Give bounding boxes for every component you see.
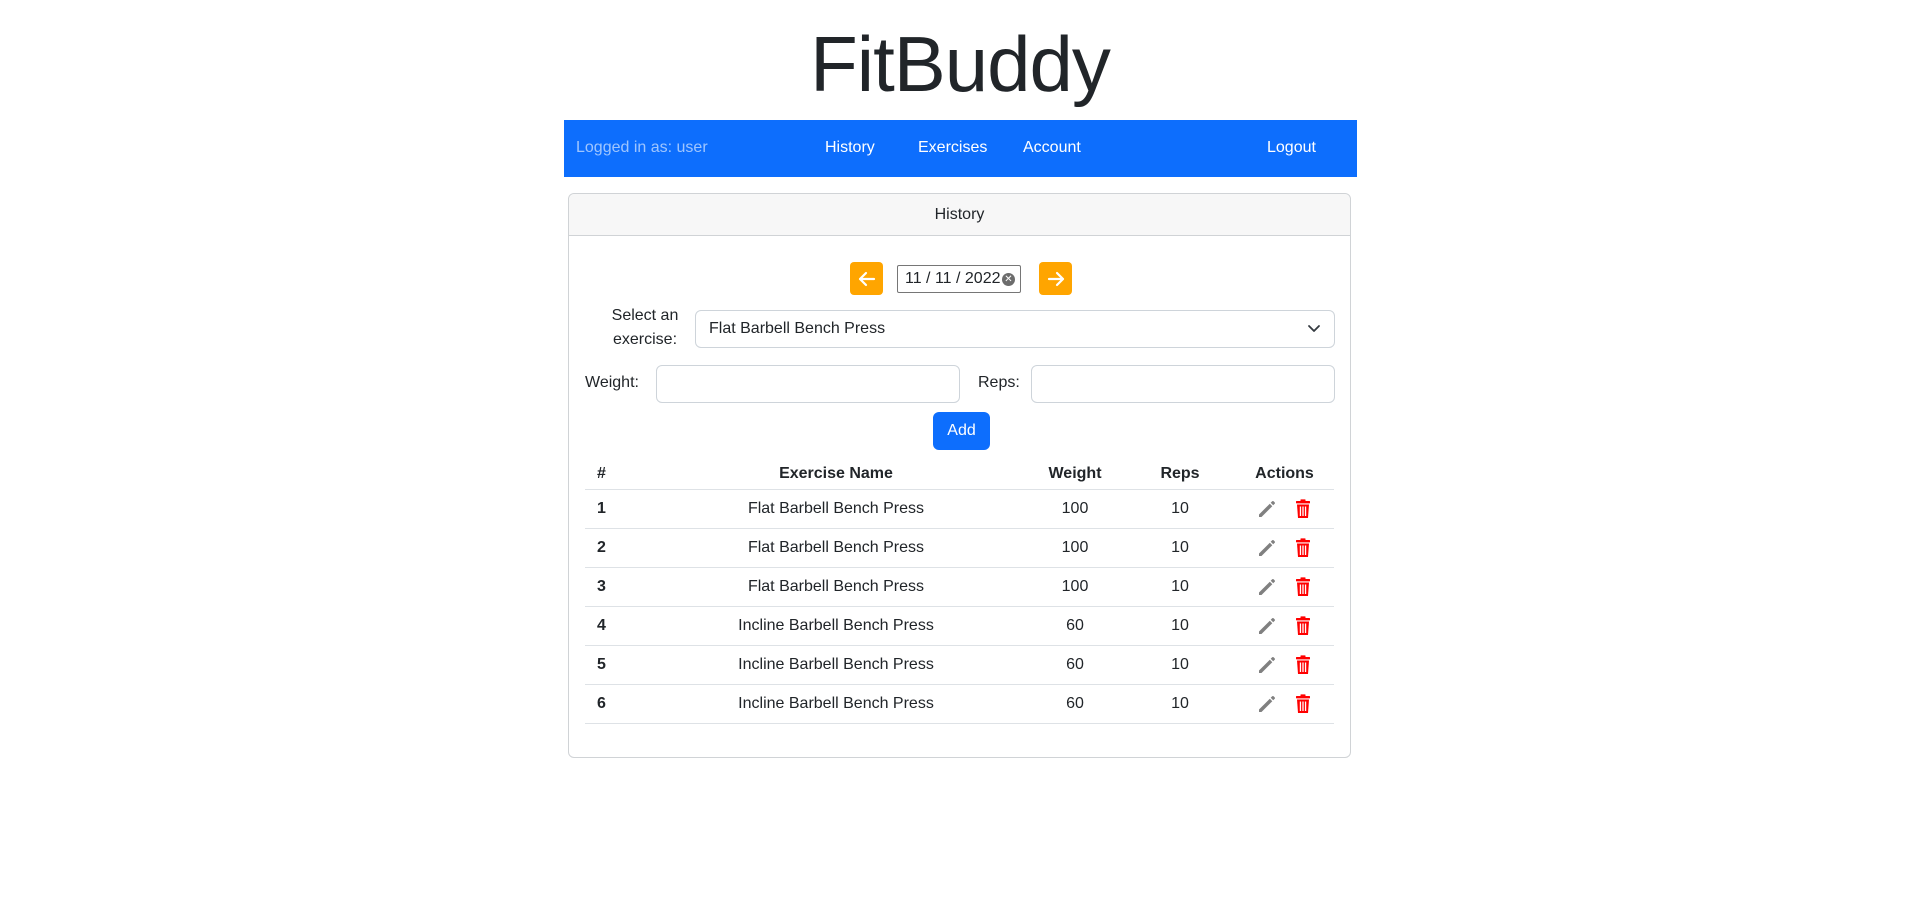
app-title: FitBuddy <box>810 20 1111 108</box>
exercise-select-label: Select an exercise: <box>611 307 679 348</box>
row-weight: 100 <box>1025 489 1125 529</box>
row-number: 2 <box>585 528 647 568</box>
pencil-icon[interactable] <box>1255 692 1279 716</box>
row-number: 4 <box>585 606 647 646</box>
row-reps: 10 <box>1125 606 1235 646</box>
row-exercise-name: Incline Barbell Bench Press <box>647 684 1025 724</box>
row-weight: 60 <box>1025 606 1125 646</box>
row-actions <box>1235 684 1334 724</box>
row-actions <box>1235 489 1334 529</box>
pencil-icon[interactable] <box>1255 575 1279 599</box>
table-row: 3 Flat Barbell Bench Press 100 10 <box>585 567 1334 607</box>
pencil-icon[interactable] <box>1255 653 1279 677</box>
col-num-header: # <box>585 459 647 490</box>
row-actions <box>1235 567 1334 607</box>
row-weight: 100 <box>1025 528 1125 568</box>
col-reps-header: Reps <box>1125 459 1235 490</box>
table-row: 4 Incline Barbell Bench Press 60 10 <box>585 606 1334 646</box>
table-row: 1 Flat Barbell Bench Press 100 10 <box>585 489 1334 529</box>
trash-icon[interactable] <box>1291 497 1315 521</box>
row-exercise-name: Incline Barbell Bench Press <box>647 645 1025 685</box>
table-header-row: # Exercise Name Weight Reps Actions <box>585 459 1334 490</box>
add-button[interactable]: Add <box>933 412 990 450</box>
exercise-select[interactable]: Flat Barbell Bench Press <box>695 310 1335 348</box>
reps-input[interactable] <box>1031 365 1335 403</box>
prev-day-button[interactable] <box>850 262 883 295</box>
row-reps: 10 <box>1125 567 1235 607</box>
row-exercise-name: Incline Barbell Bench Press <box>647 606 1025 646</box>
next-day-button[interactable] <box>1039 262 1072 295</box>
trash-icon[interactable] <box>1291 692 1315 716</box>
col-weight-header: Weight <box>1025 459 1125 490</box>
table-row: 2 Flat Barbell Bench Press 100 10 <box>585 528 1334 568</box>
row-weight: 100 <box>1025 567 1125 607</box>
weight-label: Weight: <box>585 374 639 391</box>
arrow-left-icon <box>858 271 875 286</box>
col-actions-header: Actions <box>1235 459 1334 490</box>
card-header: History <box>569 194 1350 236</box>
row-exercise-name: Flat Barbell Bench Press <box>647 489 1025 529</box>
row-number: 5 <box>585 645 647 685</box>
table-row: 6 Incline Barbell Bench Press 60 10 <box>585 684 1334 724</box>
trash-icon[interactable] <box>1291 614 1315 638</box>
history-table: # Exercise Name Weight Reps Actions 1 Fl… <box>585 459 1334 724</box>
row-actions <box>1235 645 1334 685</box>
date-navigator: 11 / 11 / 2022 ✕ <box>569 262 1350 296</box>
row-reps: 10 <box>1125 528 1235 568</box>
row-reps: 10 <box>1125 684 1235 724</box>
trash-icon[interactable] <box>1291 575 1315 599</box>
pencil-icon[interactable] <box>1255 497 1279 521</box>
history-card: History 11 / 11 / 2022 ✕ Select an exerc… <box>568 193 1351 758</box>
row-exercise-name: Flat Barbell Bench Press <box>647 528 1025 568</box>
pencil-icon[interactable] <box>1255 536 1279 560</box>
clear-icon[interactable]: ✕ <box>1002 273 1015 286</box>
date-input[interactable]: 11 / 11 / 2022 ✕ <box>897 265 1021 293</box>
arrow-right-icon <box>1047 271 1064 286</box>
trash-icon[interactable] <box>1291 653 1315 677</box>
nav-account-link[interactable]: Account <box>1023 139 1081 157</box>
pencil-icon[interactable] <box>1255 614 1279 638</box>
logged-in-text: Logged in as: user <box>576 139 708 156</box>
row-number: 6 <box>585 684 647 724</box>
table-row: 5 Incline Barbell Bench Press 60 10 <box>585 645 1334 685</box>
row-weight: 60 <box>1025 684 1125 724</box>
weight-input[interactable] <box>656 365 960 403</box>
chevron-down-icon <box>1308 325 1320 332</box>
logout-link[interactable]: Logout <box>1267 139 1316 157</box>
row-exercise-name: Flat Barbell Bench Press <box>647 567 1025 607</box>
reps-label: Reps: <box>978 374 1020 391</box>
date-value: 11 / 11 / 2022 <box>905 270 1001 287</box>
row-weight: 60 <box>1025 645 1125 685</box>
row-actions <box>1235 528 1334 568</box>
row-reps: 10 <box>1125 645 1235 685</box>
row-number: 3 <box>585 567 647 607</box>
navbar: Logged in as: user History Exercises Acc… <box>564 120 1357 177</box>
exercise-select-value: Flat Barbell Bench Press <box>709 320 886 337</box>
row-number: 1 <box>585 489 647 529</box>
row-actions <box>1235 606 1334 646</box>
nav-exercises-link[interactable]: Exercises <box>918 139 987 157</box>
trash-icon[interactable] <box>1291 536 1315 560</box>
col-exercise-name-header: Exercise Name <box>647 459 1025 490</box>
row-reps: 10 <box>1125 489 1235 529</box>
nav-history-link[interactable]: History <box>825 139 875 157</box>
